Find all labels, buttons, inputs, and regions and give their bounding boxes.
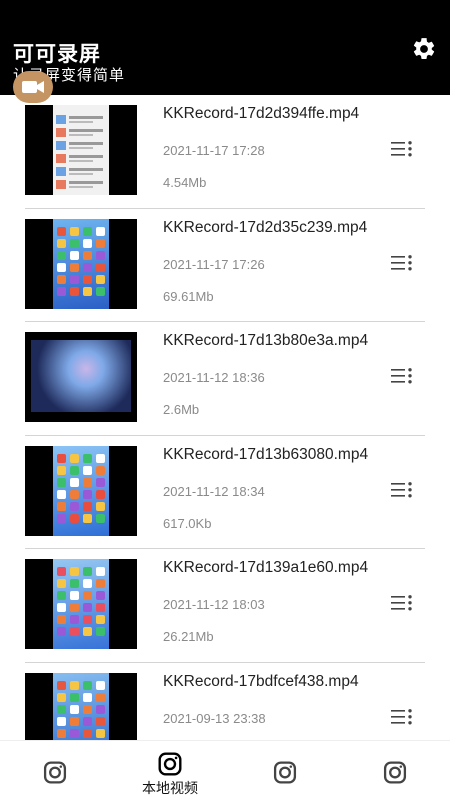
more-options-icon[interactable] <box>391 367 413 385</box>
video-size: 617.0Kb <box>163 515 212 531</box>
nav-tab[interactable] <box>240 741 330 800</box>
video-date: 2021-11-17 17:26 <box>163 256 265 272</box>
video-size: 2.6Mb <box>163 402 200 417</box>
video-thumbnail[interactable] <box>25 672 137 740</box>
video-thumbnail[interactable] <box>25 332 137 422</box>
video-camera-icon <box>22 81 44 93</box>
video-size: 4.54Mb <box>163 175 207 190</box>
thumbnail-screen <box>53 445 109 536</box>
video-size: 26.21Mb <box>163 629 214 644</box>
more-options-icon[interactable] <box>391 481 413 499</box>
more-options-icon[interactable] <box>391 140 413 158</box>
more-options-icon[interactable] <box>391 254 413 272</box>
video-date: 2021-11-12 18:36 <box>163 370 265 385</box>
camera-icon <box>273 761 297 784</box>
video-date: 2021-11-12 18:03 <box>163 597 265 612</box>
nav-tab[interactable] <box>10 741 100 800</box>
video-filename: KKRecord-17d13b80e3a.mp4 <box>163 332 369 349</box>
video-filename: KKRecord-17bdfcef438.mp4 <box>163 672 359 690</box>
video-list-item[interactable]: KKRecord-17d13b63080.mp4 2021-11-12 18:34… <box>25 436 425 549</box>
video-filename: KKRecord-17d2d35c239.mp4 <box>163 218 368 236</box>
video-filename: KKRecord-17d139a1e60.mp4 <box>163 559 369 576</box>
more-options-icon[interactable] <box>391 594 413 612</box>
thumbnail-screen <box>31 340 131 412</box>
video-list: KKRecord-17d2d394ffe.mp4 2021-11-17 17:28… <box>0 95 450 740</box>
thumbnail-screen <box>53 672 109 740</box>
thumbnail-screen <box>53 559 109 649</box>
video-list-item[interactable]: KKRecord-17d2d35c239.mp4 2021-11-17 17:26… <box>25 209 425 322</box>
video-list-item[interactable]: KKRecord-17d13b80e3a.mp4 2021-11-12 18:36… <box>25 322 425 436</box>
bottom-nav: 本地视频 <box>0 740 450 800</box>
nav-tab[interactable] <box>350 741 440 800</box>
gear-icon[interactable] <box>411 36 437 62</box>
video-list-item[interactable]: KKRecord-17d139a1e60.mp4 2021-11-12 18:03… <box>25 549 425 663</box>
video-size: 69.61Mb <box>163 288 214 304</box>
video-thumbnail[interactable] <box>25 218 137 309</box>
video-list-item[interactable]: KKRecord-17d2d394ffe.mp4 2021-11-17 17:28… <box>25 95 425 209</box>
nav-tab[interactable]: 本地视频 <box>125 741 215 800</box>
camera-icon <box>158 752 182 776</box>
camera-icon <box>383 761 407 784</box>
record-button[interactable] <box>13 71 53 103</box>
video-date: 2021-11-17 17:28 <box>163 143 265 158</box>
video-filename: KKRecord-17d13b63080.mp4 <box>163 445 369 463</box>
more-options-icon[interactable] <box>391 708 413 726</box>
thumbnail-screen <box>53 105 109 195</box>
video-thumbnail[interactable] <box>25 445 137 536</box>
app-root: 可可录屏 让录屏变得简单 KKRecord-17d2d394ffe.mp4 202… <box>0 0 450 800</box>
video-thumbnail[interactable] <box>25 559 137 649</box>
nav-tab-label: 本地视频 <box>142 781 198 797</box>
video-filename: KKRecord-17d2d394ffe.mp4 <box>163 105 360 122</box>
camera-icon <box>43 761 67 784</box>
video-date: 2021-09-13 23:38 <box>163 710 266 726</box>
video-list-item[interactable]: KKRecord-17bdfcef438.mp4 2021-09-13 23:38 <box>25 663 425 740</box>
video-thumbnail[interactable] <box>25 105 137 195</box>
thumbnail-screen <box>53 218 109 309</box>
app-header: 可可录屏 让录屏变得简单 <box>0 0 450 95</box>
video-date: 2021-11-12 18:34 <box>163 483 265 499</box>
